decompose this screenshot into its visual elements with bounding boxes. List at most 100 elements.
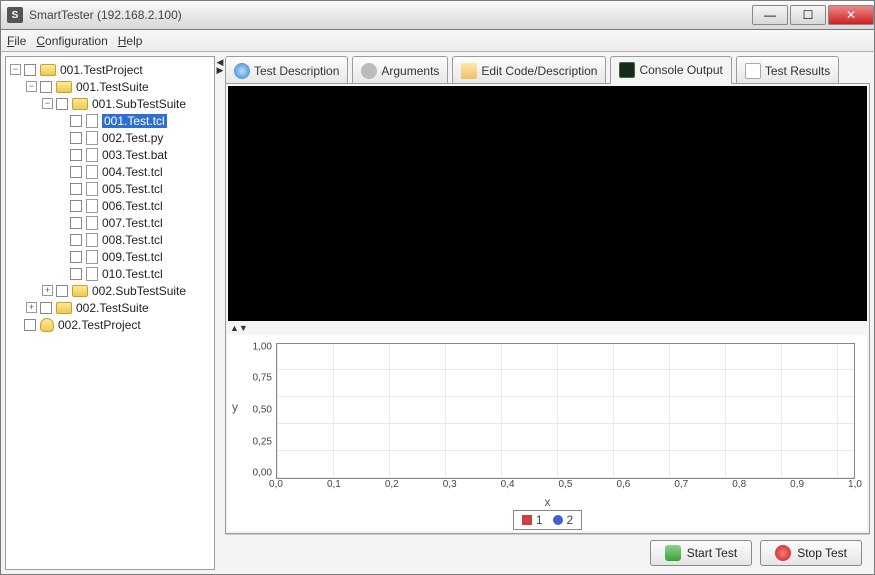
tree-label: 005.Test.tcl [102,182,163,196]
tree-node-project[interactable]: 002.TestProject [8,316,212,333]
menu-help[interactable]: Help [118,34,143,48]
tree-node-file[interactable]: 009.Test.tcl [8,248,212,265]
x-tick: 0,3 [443,479,457,490]
tree-node-file[interactable]: 005.Test.tcl [8,180,212,197]
tab-edit-code[interactable]: Edit Code/Description [452,56,606,84]
tree-node-project[interactable]: − 001.TestProject [8,61,212,78]
tree-node-subsuite[interactable]: − 001.SubTestSuite [8,95,212,112]
file-icon [86,114,98,128]
file-icon [86,199,98,213]
checkbox[interactable] [70,268,82,280]
x-axis-label: x [228,495,867,509]
checkbox[interactable] [70,217,82,229]
tree-label: 009.Test.tcl [102,250,163,264]
checkbox[interactable] [40,81,52,93]
horizontal-splitter[interactable]: ▲ ▼ [226,323,869,333]
tree-label: 006.Test.tcl [102,199,163,213]
chevron-right-icon: ▶ [217,66,224,74]
file-icon [86,216,98,230]
maximize-button[interactable]: ☐ [790,5,826,25]
folder-icon [56,302,72,314]
expand-icon[interactable]: − [10,64,21,75]
stop-test-button[interactable]: Stop Test [760,540,862,566]
x-tick: 0,8 [732,479,746,490]
tab-test-description[interactable]: Test Description [225,56,348,84]
results-icon [745,63,761,79]
checkbox[interactable] [24,319,36,331]
x-tick: 0,7 [674,479,688,490]
y-ticks: 1,00 0,75 0,50 0,25 0,00 [242,335,276,479]
tree-node-file[interactable]: 006.Test.tcl [8,197,212,214]
info-icon [234,63,250,79]
menu-file[interactable]: File [7,34,26,48]
checkbox[interactable] [40,302,52,314]
window-title: SmartTester (192.168.2.100) [29,8,750,22]
tree-label: 007.Test.tcl [102,216,163,230]
tree-node-file[interactable]: 001.Test.tcl [8,112,212,129]
tab-test-results[interactable]: Test Results [736,56,839,84]
tree-node-suite[interactable]: + 002.TestSuite [8,299,212,316]
file-icon [86,182,98,196]
y-tick: 0,25 [253,436,272,447]
legend-label: 1 [536,513,543,527]
legend-item: 1 [522,513,543,527]
file-icon [86,131,98,145]
x-ticks: 0,0 0,1 0,2 0,3 0,4 0,5 0,6 0,7 0,8 0,9 … [276,479,855,495]
tree-node-file[interactable]: 002.Test.py [8,129,212,146]
minimize-button[interactable]: — [752,5,788,25]
tab-body: ▲ ▼ y 1,00 0,75 0,50 0,25 0,00 0,0 [225,83,870,534]
checkbox[interactable] [70,132,82,144]
tree-panel[interactable]: − 001.TestProject − 001.TestSuite − 001.… [5,56,215,570]
expand-icon[interactable]: − [42,98,53,109]
button-label: Start Test [687,546,737,560]
chart-legend: 1 2 [228,509,867,531]
play-icon [665,545,681,561]
x-tick: 0,5 [559,479,573,490]
checkbox[interactable] [70,234,82,246]
expand-icon[interactable]: − [26,81,37,92]
expand-icon[interactable]: + [26,302,37,313]
tree-node-file[interactable]: 008.Test.tcl [8,231,212,248]
tree-label: 001.TestSuite [76,80,149,94]
tree-node-file[interactable]: 004.Test.tcl [8,163,212,180]
checkbox[interactable] [70,115,82,127]
x-tick: 0,6 [616,479,630,490]
checkbox[interactable] [24,64,36,76]
tree-node-file[interactable]: 007.Test.tcl [8,214,212,231]
legend-item: 2 [553,513,574,527]
close-button[interactable]: ✕ [828,5,874,25]
checkbox[interactable] [70,251,82,263]
vertical-splitter[interactable]: ◀ ▶ [217,52,223,574]
file-icon [86,233,98,247]
checkbox[interactable] [70,166,82,178]
checkbox[interactable] [70,183,82,195]
gear-icon [361,63,377,79]
tree-label: 002.TestProject [58,318,141,332]
menu-configuration[interactable]: Configuration [36,34,107,48]
tree-node-subsuite[interactable]: + 002.SubTestSuite [8,282,212,299]
button-label: Stop Test [797,546,847,560]
checkbox[interactable] [70,149,82,161]
start-test-button[interactable]: Start Test [650,540,752,566]
tab-bar: Test Description Arguments Edit Code/Des… [225,56,870,84]
chart-grid[interactable] [276,343,855,479]
edit-icon [461,63,477,79]
checkbox[interactable] [56,98,68,110]
tab-label: Edit Code/Description [481,64,597,78]
console-output[interactable] [228,86,867,321]
tree-label: 003.Test.bat [102,148,167,162]
tree-node-file[interactable]: 010.Test.tcl [8,265,212,282]
checkbox[interactable] [56,285,68,297]
tab-console-output[interactable]: Console Output [610,56,731,84]
tree-node-file[interactable]: 003.Test.bat [8,146,212,163]
tab-arguments[interactable]: Arguments [352,56,448,84]
folder-icon [72,285,88,297]
y-tick: 0,75 [253,373,272,384]
tree-node-suite[interactable]: − 001.TestSuite [8,78,212,95]
legend-swatch-icon [522,515,532,525]
tab-label: Arguments [381,64,439,78]
expand-icon[interactable]: + [42,285,53,296]
file-icon [86,250,98,264]
y-axis-label: y [228,335,242,479]
checkbox[interactable] [70,200,82,212]
